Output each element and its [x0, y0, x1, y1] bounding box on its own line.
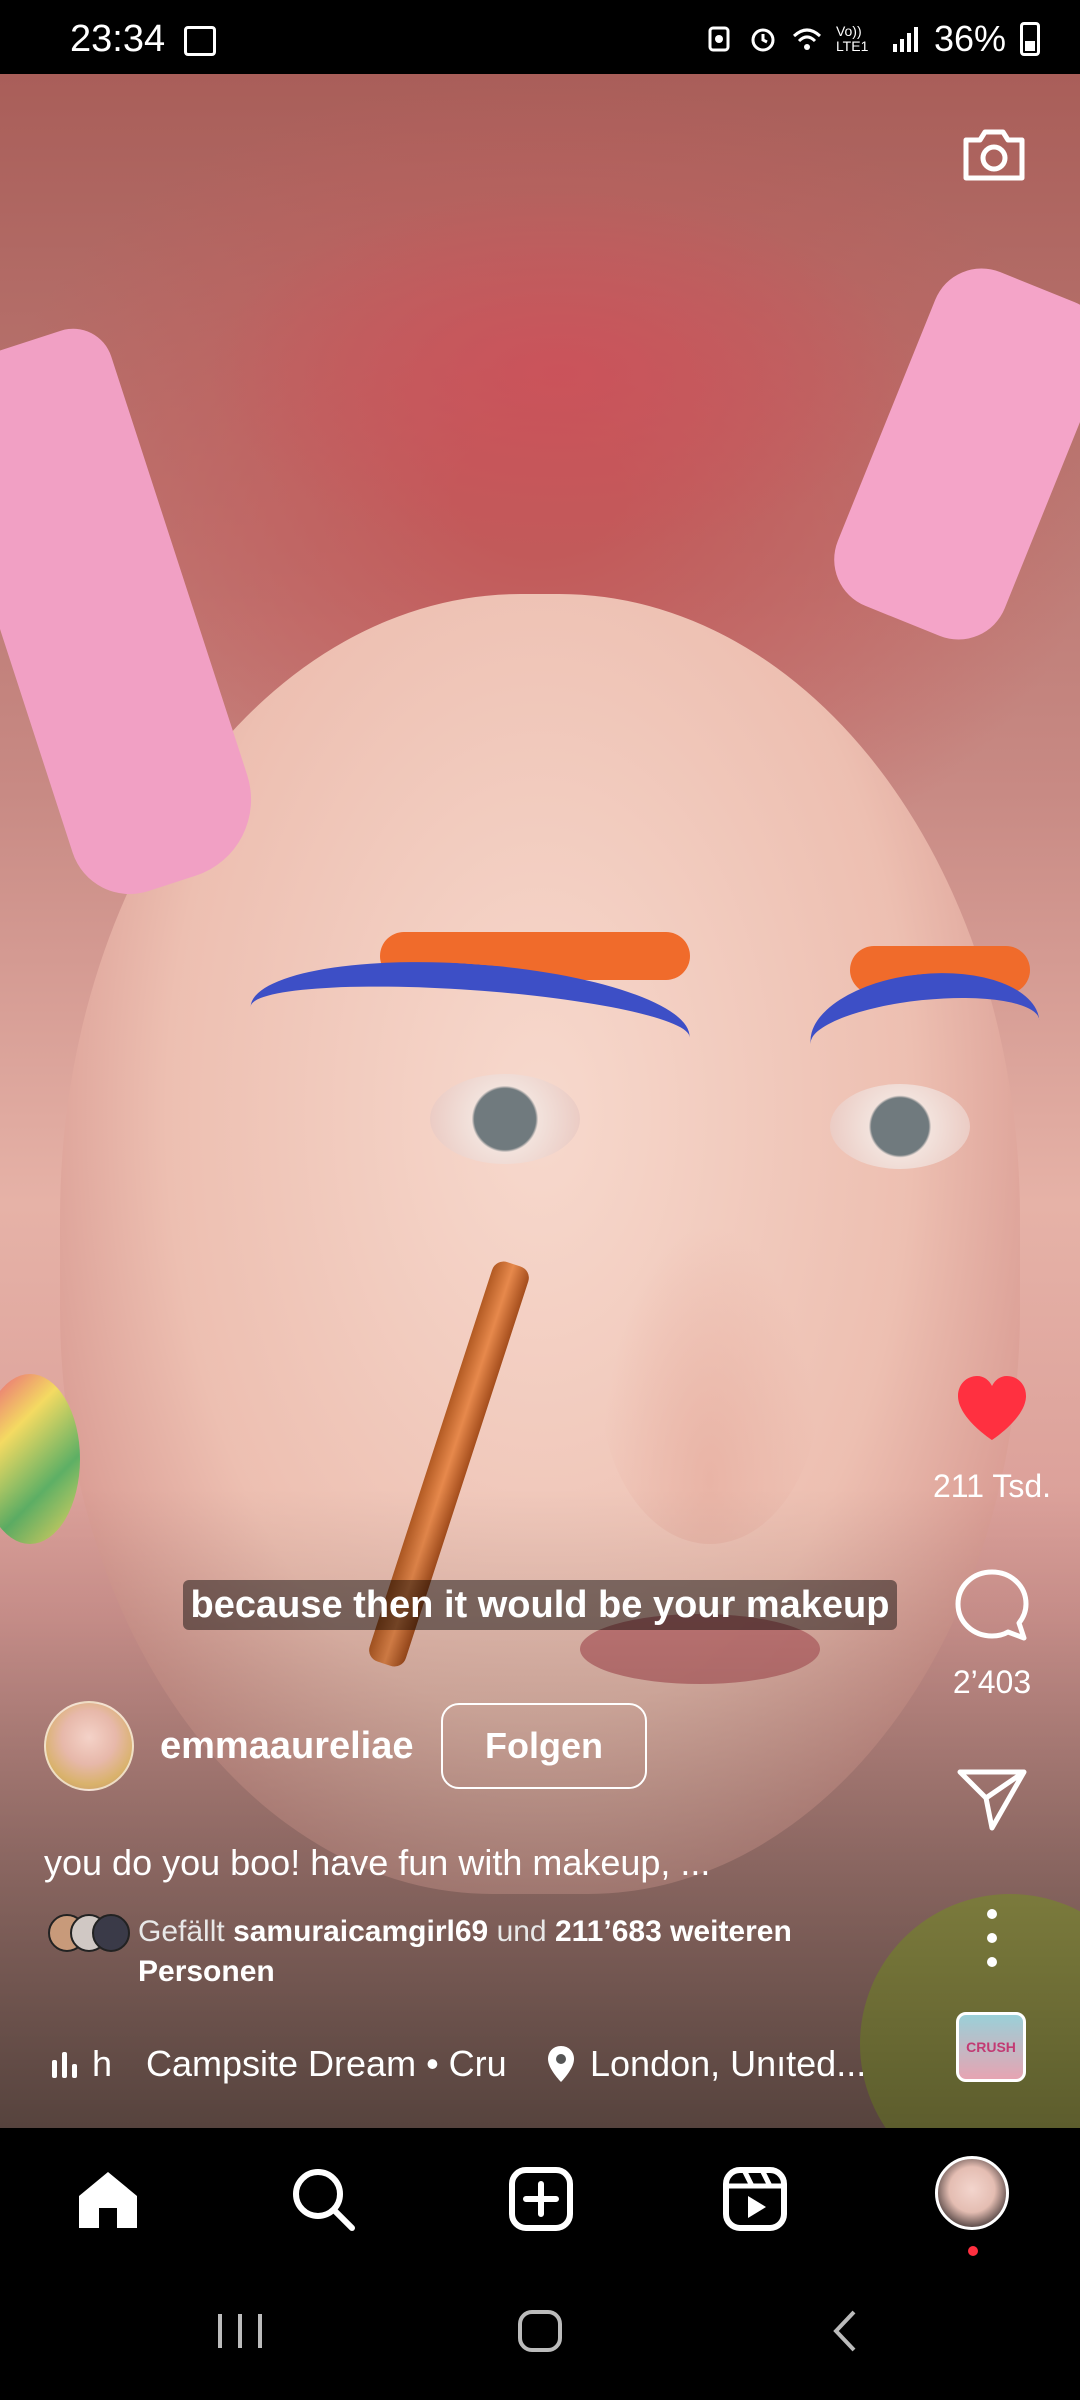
liker-avatars — [48, 1914, 138, 1954]
back-icon[interactable] — [816, 2306, 876, 2356]
alarm-icon — [751, 28, 775, 52]
liker-avatar — [92, 1914, 130, 1952]
username[interactable]: emmaaureliae — [160, 1725, 414, 1768]
battery-percent: 36% — [933, 18, 1006, 59]
status-time: 23:34 — [70, 18, 166, 60]
audio-thumb-label: CRUSH — [966, 2039, 1016, 2055]
like-action[interactable]: 211 Tsd. — [912, 1370, 1072, 1505]
comment-icon[interactable] — [952, 1566, 1032, 1646]
more-icon[interactable] — [952, 1898, 1032, 1978]
video-hair-clip-right — [819, 253, 1080, 655]
comment-action[interactable]: 2’403 — [912, 1566, 1072, 1701]
video-eye-left — [430, 1074, 580, 1164]
network-label: Vo)) LTE1 — [835, 23, 869, 54]
battery-icon — [1020, 22, 1040, 56]
caption[interactable]: you do you boo! have fun with makeup, ..… — [44, 1842, 710, 1884]
system-nav-bar — [0, 2264, 1080, 2400]
likes-and: und — [496, 1915, 547, 1948]
music-location-row[interactable]: h Campsite Dream • Cru London, Unıted... — [52, 2036, 890, 2092]
liked-by-row[interactable]: Gefällt samuraicamgirl69 und 211’683 wei… — [48, 1912, 888, 1992]
location-pin-icon — [548, 2046, 574, 2082]
reels-icon[interactable] — [720, 2164, 790, 2234]
music-fade-text: h — [92, 2043, 113, 2084]
search-icon[interactable] — [288, 2164, 358, 2234]
audio-bars-icon — [52, 2050, 82, 2078]
camera-icon[interactable] — [958, 118, 1030, 190]
follow-button[interactable]: Folgen — [441, 1703, 647, 1789]
home-icon[interactable] — [73, 2164, 143, 2234]
share-icon[interactable] — [952, 1758, 1032, 1838]
music-title[interactable]: Campsite Dream • Cru — [146, 2043, 526, 2085]
avatar[interactable] — [44, 1701, 134, 1791]
liked-by-user[interactable]: samuraicamgirl69 — [233, 1915, 488, 1948]
wifi-icon — [792, 28, 821, 50]
home-button-icon[interactable] — [510, 2306, 570, 2356]
create-icon[interactable] — [506, 2164, 576, 2234]
audio-thumbnail[interactable]: CRUSH — [956, 2012, 1026, 2082]
gallery-notification-icon — [184, 26, 216, 56]
recent-apps-icon[interactable] — [210, 2306, 270, 2356]
bottom-nav — [0, 2128, 1080, 2264]
likes-prefix: Gefällt — [138, 1915, 225, 1948]
profile-avatar[interactable] — [935, 2156, 1009, 2230]
recycle-icon — [708, 26, 730, 52]
status-bar: 23:34 Vo)) LTE1 36% — [0, 0, 1080, 74]
share-action[interactable] — [912, 1758, 1072, 1838]
author-row[interactable]: emmaaureliae — [44, 1698, 414, 1794]
status-icons: Vo)) LTE1 36% — [704, 18, 1040, 60]
signal-icon — [892, 27, 918, 52]
notification-dot — [968, 2246, 978, 2256]
location-label[interactable]: London, Unıted... — [590, 2043, 890, 2085]
more-action[interactable] — [912, 1898, 1072, 1978]
video-hair-clip — [0, 318, 272, 910]
likes-text[interactable]: Gefällt samuraicamgirl69 und 211’683 wei… — [138, 1912, 888, 1992]
heart-icon[interactable] — [952, 1370, 1032, 1450]
subtitle-text: because then it would be your makeup — [182, 1580, 898, 1630]
comments-count[interactable]: 2’403 — [912, 1664, 1072, 1701]
likes-count[interactable]: 211 Tsd. — [912, 1468, 1072, 1505]
video-eye-right — [830, 1084, 970, 1169]
